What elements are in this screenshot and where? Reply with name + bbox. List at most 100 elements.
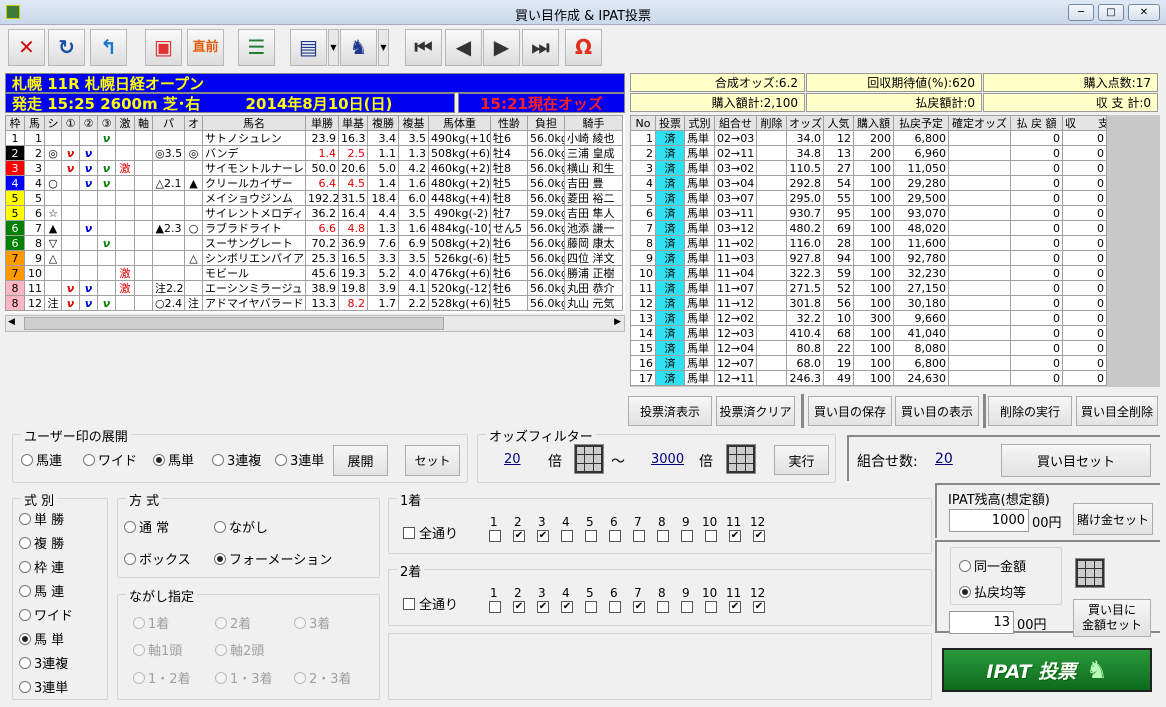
horse-cell-10[interactable]: サイレントメロディ [202, 205, 306, 221]
number-checkbox[interactable]: ✔ [561, 601, 573, 613]
number-checkbox[interactable] [489, 601, 501, 613]
bet-cell-4[interactable] [756, 325, 787, 341]
horse-cell-6[interactable] [115, 295, 135, 311]
user-mark-option[interactable]: 3連単 [275, 450, 324, 469]
number-checkbox[interactable] [705, 530, 717, 542]
horse-cell-7[interactable] [134, 205, 153, 221]
column-header[interactable]: 馬 [24, 115, 45, 131]
horse-row[interactable]: 6 7 ▲ ν ▲2.3 ○ ラブラドライト 6.6 4.8 1.3 1.6 484kg(-10) せん… [5, 220, 623, 236]
horse-cell-7[interactable] [134, 250, 153, 266]
column-header[interactable]: 騎手 [564, 115, 623, 131]
bet-type-option[interactable]: ワイド [19, 605, 73, 624]
horse-cell-3[interactable] [61, 250, 80, 266]
number-checkbox[interactable] [681, 530, 693, 542]
column-header[interactable]: 払 戻 額 [1010, 115, 1063, 131]
bet-set-button[interactable]: 買い目セット [1001, 444, 1151, 477]
column-header[interactable]: 負担 [527, 115, 565, 131]
horse-cell-5[interactable]: ν [97, 295, 116, 311]
radio-button[interactable] [19, 633, 31, 645]
set-button[interactable]: セット [405, 445, 460, 476]
radio-button[interactable] [153, 454, 165, 466]
horse-cell-3[interactable]: ν [61, 295, 80, 311]
bet-cell-4[interactable] [756, 370, 787, 386]
ipat-balance-input[interactable]: 1000 [949, 509, 1029, 532]
horse-cell-3[interactable] [61, 175, 80, 191]
column-header[interactable]: シ [44, 115, 62, 131]
radio-button[interactable] [21, 454, 33, 466]
number-checkbox[interactable] [705, 601, 717, 613]
number-checkbox[interactable] [657, 601, 669, 613]
bet-cell-4[interactable] [756, 130, 787, 146]
column-header[interactable]: 人気 [823, 115, 854, 131]
horse-cell-2[interactable] [44, 190, 62, 206]
number-checkbox[interactable] [561, 530, 573, 542]
prev-icon[interactable]: ◀ [445, 29, 482, 66]
horse-cell-7[interactable] [134, 145, 153, 161]
column-header[interactable]: パ [152, 115, 185, 131]
number-checkbox[interactable]: ✔ [753, 601, 765, 613]
bet-row[interactable]: 17 済馬単 12→11 246.3 49 100 24,630 0 0 [630, 370, 1107, 386]
delete-exec-button[interactable]: 削除の実行 [988, 396, 1072, 426]
odds-max-link[interactable]: 3000 [651, 452, 684, 467]
horse-row[interactable]: 7 9 △ △ シンボリエンパイア 25.3 16.5 3.3 3.5 526kg(-6) 牡5 56… [5, 250, 623, 266]
horse-cell-6[interactable] [115, 130, 135, 146]
bet-cell-4[interactable] [756, 355, 787, 371]
bet-cell-4[interactable] [756, 280, 787, 296]
bet-row[interactable]: 9 済馬単 11→03 927.8 94 100 92,780 0 0 [630, 250, 1107, 266]
radio-button[interactable] [214, 553, 226, 565]
user-mark-option[interactable]: 3連複 [212, 450, 261, 469]
voted-clear-button[interactable]: 投票済クリア [716, 396, 795, 426]
bet-type-option[interactable]: 複 勝 [19, 533, 64, 552]
bet-cell-4[interactable] [756, 340, 787, 356]
number-checkbox[interactable]: ✔ [633, 601, 645, 613]
horse-cell-4[interactable] [79, 235, 98, 251]
combo-count[interactable]: 20 [935, 451, 953, 467]
bet-type-option[interactable]: 馬 連 [19, 581, 64, 600]
radio-button[interactable] [19, 537, 31, 549]
minimize-button[interactable]: ─ [1068, 4, 1094, 21]
horse-cell-2[interactable] [44, 265, 62, 281]
bet-row[interactable]: 11 済馬単 11→07 271.5 52 100 27,150 0 0 [630, 280, 1107, 296]
horse-cell-6[interactable] [115, 190, 135, 206]
return-icon[interactable]: ↰ [90, 29, 127, 66]
bet-cell-4[interactable] [756, 190, 787, 206]
horse-cell-7[interactable] [134, 160, 153, 176]
bet-type-option[interactable]: 3連単 [19, 677, 68, 696]
bet-cell-4[interactable] [756, 220, 787, 236]
bet-row[interactable]: 14 済馬単 12→03 410.4 68 100 41,040 0 0 [630, 325, 1107, 341]
bet-row[interactable]: 16 済馬単 12→07 68.0 19 100 6,800 0 0 [630, 355, 1107, 371]
horse-cell-6[interactable]: 激 [115, 160, 135, 176]
horse-cell-10[interactable]: クリールカイザー [202, 175, 306, 191]
number-checkbox[interactable] [657, 530, 669, 542]
number-checkbox[interactable] [609, 601, 621, 613]
horse-cell-2[interactable]: ▽ [44, 235, 62, 251]
method-option[interactable]: フォーメーション [214, 549, 332, 568]
radio-button[interactable] [19, 585, 31, 597]
number-checkbox[interactable] [681, 601, 693, 613]
horse-cell-10[interactable]: アドマイヤバラード [202, 295, 306, 311]
user-mark-option[interactable]: ワイド [83, 450, 137, 469]
method-option[interactable]: ボックス [124, 549, 191, 568]
number-checkbox[interactable] [585, 601, 597, 613]
horse-cell-4[interactable] [79, 250, 98, 266]
bet-row[interactable]: 10 済馬単 11→04 322.3 59 100 32,230 0 0 [630, 265, 1107, 281]
horse-cell-4[interactable] [79, 205, 98, 221]
horseshoe-icon[interactable]: Ω [565, 29, 602, 66]
horse-cell-10[interactable]: サトノシュレン [202, 130, 306, 146]
horse-cell-5[interactable]: ν [97, 175, 116, 191]
bet-money-set-button[interactable]: 賭け金セット [1073, 503, 1153, 535]
horse-cell-3[interactable] [61, 265, 80, 281]
number-checkbox[interactable] [489, 530, 501, 542]
horse-cell-7[interactable] [134, 130, 153, 146]
radio-button[interactable] [19, 561, 31, 573]
last-icon[interactable]: ⏭ [522, 29, 559, 66]
bet-row[interactable]: 7 済馬単 03→12 480.2 69 100 48,020 0 0 [630, 220, 1107, 236]
run-filter-button[interactable]: 実行 [774, 445, 829, 475]
bet-cell-4[interactable] [756, 145, 787, 161]
number-checkbox[interactable]: ✔ [537, 601, 549, 613]
horse-cell-2[interactable] [44, 130, 62, 146]
save-bets-button[interactable]: 買い目の保存 [808, 396, 892, 426]
horse-cell-2[interactable]: △ [44, 250, 62, 266]
bet-row[interactable]: 13 済馬単 12→02 32.2 10 300 9,660 0 0 [630, 310, 1107, 326]
column-header[interactable]: 性齢 [490, 115, 528, 131]
